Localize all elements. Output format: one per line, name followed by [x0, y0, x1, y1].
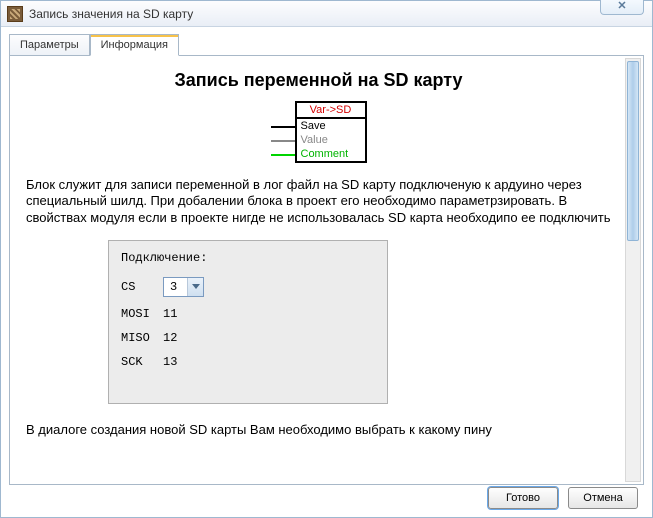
description-text: Блок служит для записи переменной в лог … — [18, 177, 619, 240]
connection-row-miso: MISO 12 — [121, 331, 375, 345]
block-pin-save: Save — [297, 119, 365, 133]
miso-value: 12 — [163, 331, 177, 345]
pin-line-icon — [271, 154, 295, 156]
cs-label: CS — [121, 280, 163, 294]
tab-label: Параметры — [20, 39, 79, 51]
tab-information[interactable]: Информация — [90, 34, 179, 56]
button-label: Отмена — [583, 492, 622, 504]
button-label: Готово — [506, 492, 540, 504]
cs-select[interactable]: 3 — [163, 277, 204, 297]
button-bar: Готово Отмена — [488, 487, 638, 509]
tab-strip: Параметры Информация — [9, 33, 644, 55]
cs-value: 3 — [164, 280, 187, 294]
connection-title: Подключение: — [121, 251, 375, 265]
pin-line-icon — [271, 126, 295, 128]
description-text-2: В диалоге создания новой SD карты Вам не… — [18, 404, 619, 437]
ok-button[interactable]: Готово — [488, 487, 558, 509]
app-icon — [7, 6, 23, 22]
mosi-label: MOSI — [121, 307, 163, 321]
connection-row-cs: CS 3 — [121, 277, 375, 297]
close-icon: ✕ — [617, 0, 626, 12]
titlebar: Запись значения на SD карту ✕ — [1, 1, 652, 27]
block-pin-value: Value — [297, 133, 365, 147]
sck-label: SCK — [121, 355, 163, 369]
mosi-value: 11 — [163, 307, 177, 321]
miso-label: MISO — [121, 331, 163, 345]
connection-row-sck: SCK 13 — [121, 355, 375, 369]
chevron-down-icon — [187, 278, 203, 296]
cancel-button[interactable]: Отмена — [568, 487, 638, 509]
sck-value: 13 — [163, 355, 177, 369]
pin-label: Save — [301, 120, 326, 132]
connection-row-mosi: MOSI 11 — [121, 307, 375, 321]
tab-parameters[interactable]: Параметры — [9, 34, 90, 56]
connection-panel: Подключение: CS 3 MOSI 11 MISO — [108, 240, 388, 404]
vertical-scrollbar[interactable] — [625, 58, 641, 482]
block-box: Var->SD Save Value Comment — [295, 101, 367, 163]
scrollbar-thumb[interactable] — [627, 61, 639, 241]
dialog-window: Запись значения на SD карту ✕ Параметры … — [0, 0, 653, 518]
scroll-area: Запись переменной на SD карту Var->SD Sa… — [14, 60, 623, 480]
block-header: Var->SD — [297, 103, 365, 119]
block-pin-comment: Comment — [297, 147, 365, 161]
pin-label: Value — [301, 134, 328, 146]
block-diagram: Var->SD Save Value Comment — [271, 101, 367, 163]
content-frame: Запись переменной на SD карту Var->SD Sa… — [9, 55, 644, 485]
window-close-button[interactable]: ✕ — [600, 0, 644, 15]
pin-label: Comment — [301, 148, 349, 160]
window-title: Запись значения на SD карту — [29, 7, 193, 21]
pin-line-icon — [271, 140, 295, 142]
tab-label: Информация — [101, 39, 168, 51]
page-title: Запись переменной на SD карту — [18, 70, 619, 91]
